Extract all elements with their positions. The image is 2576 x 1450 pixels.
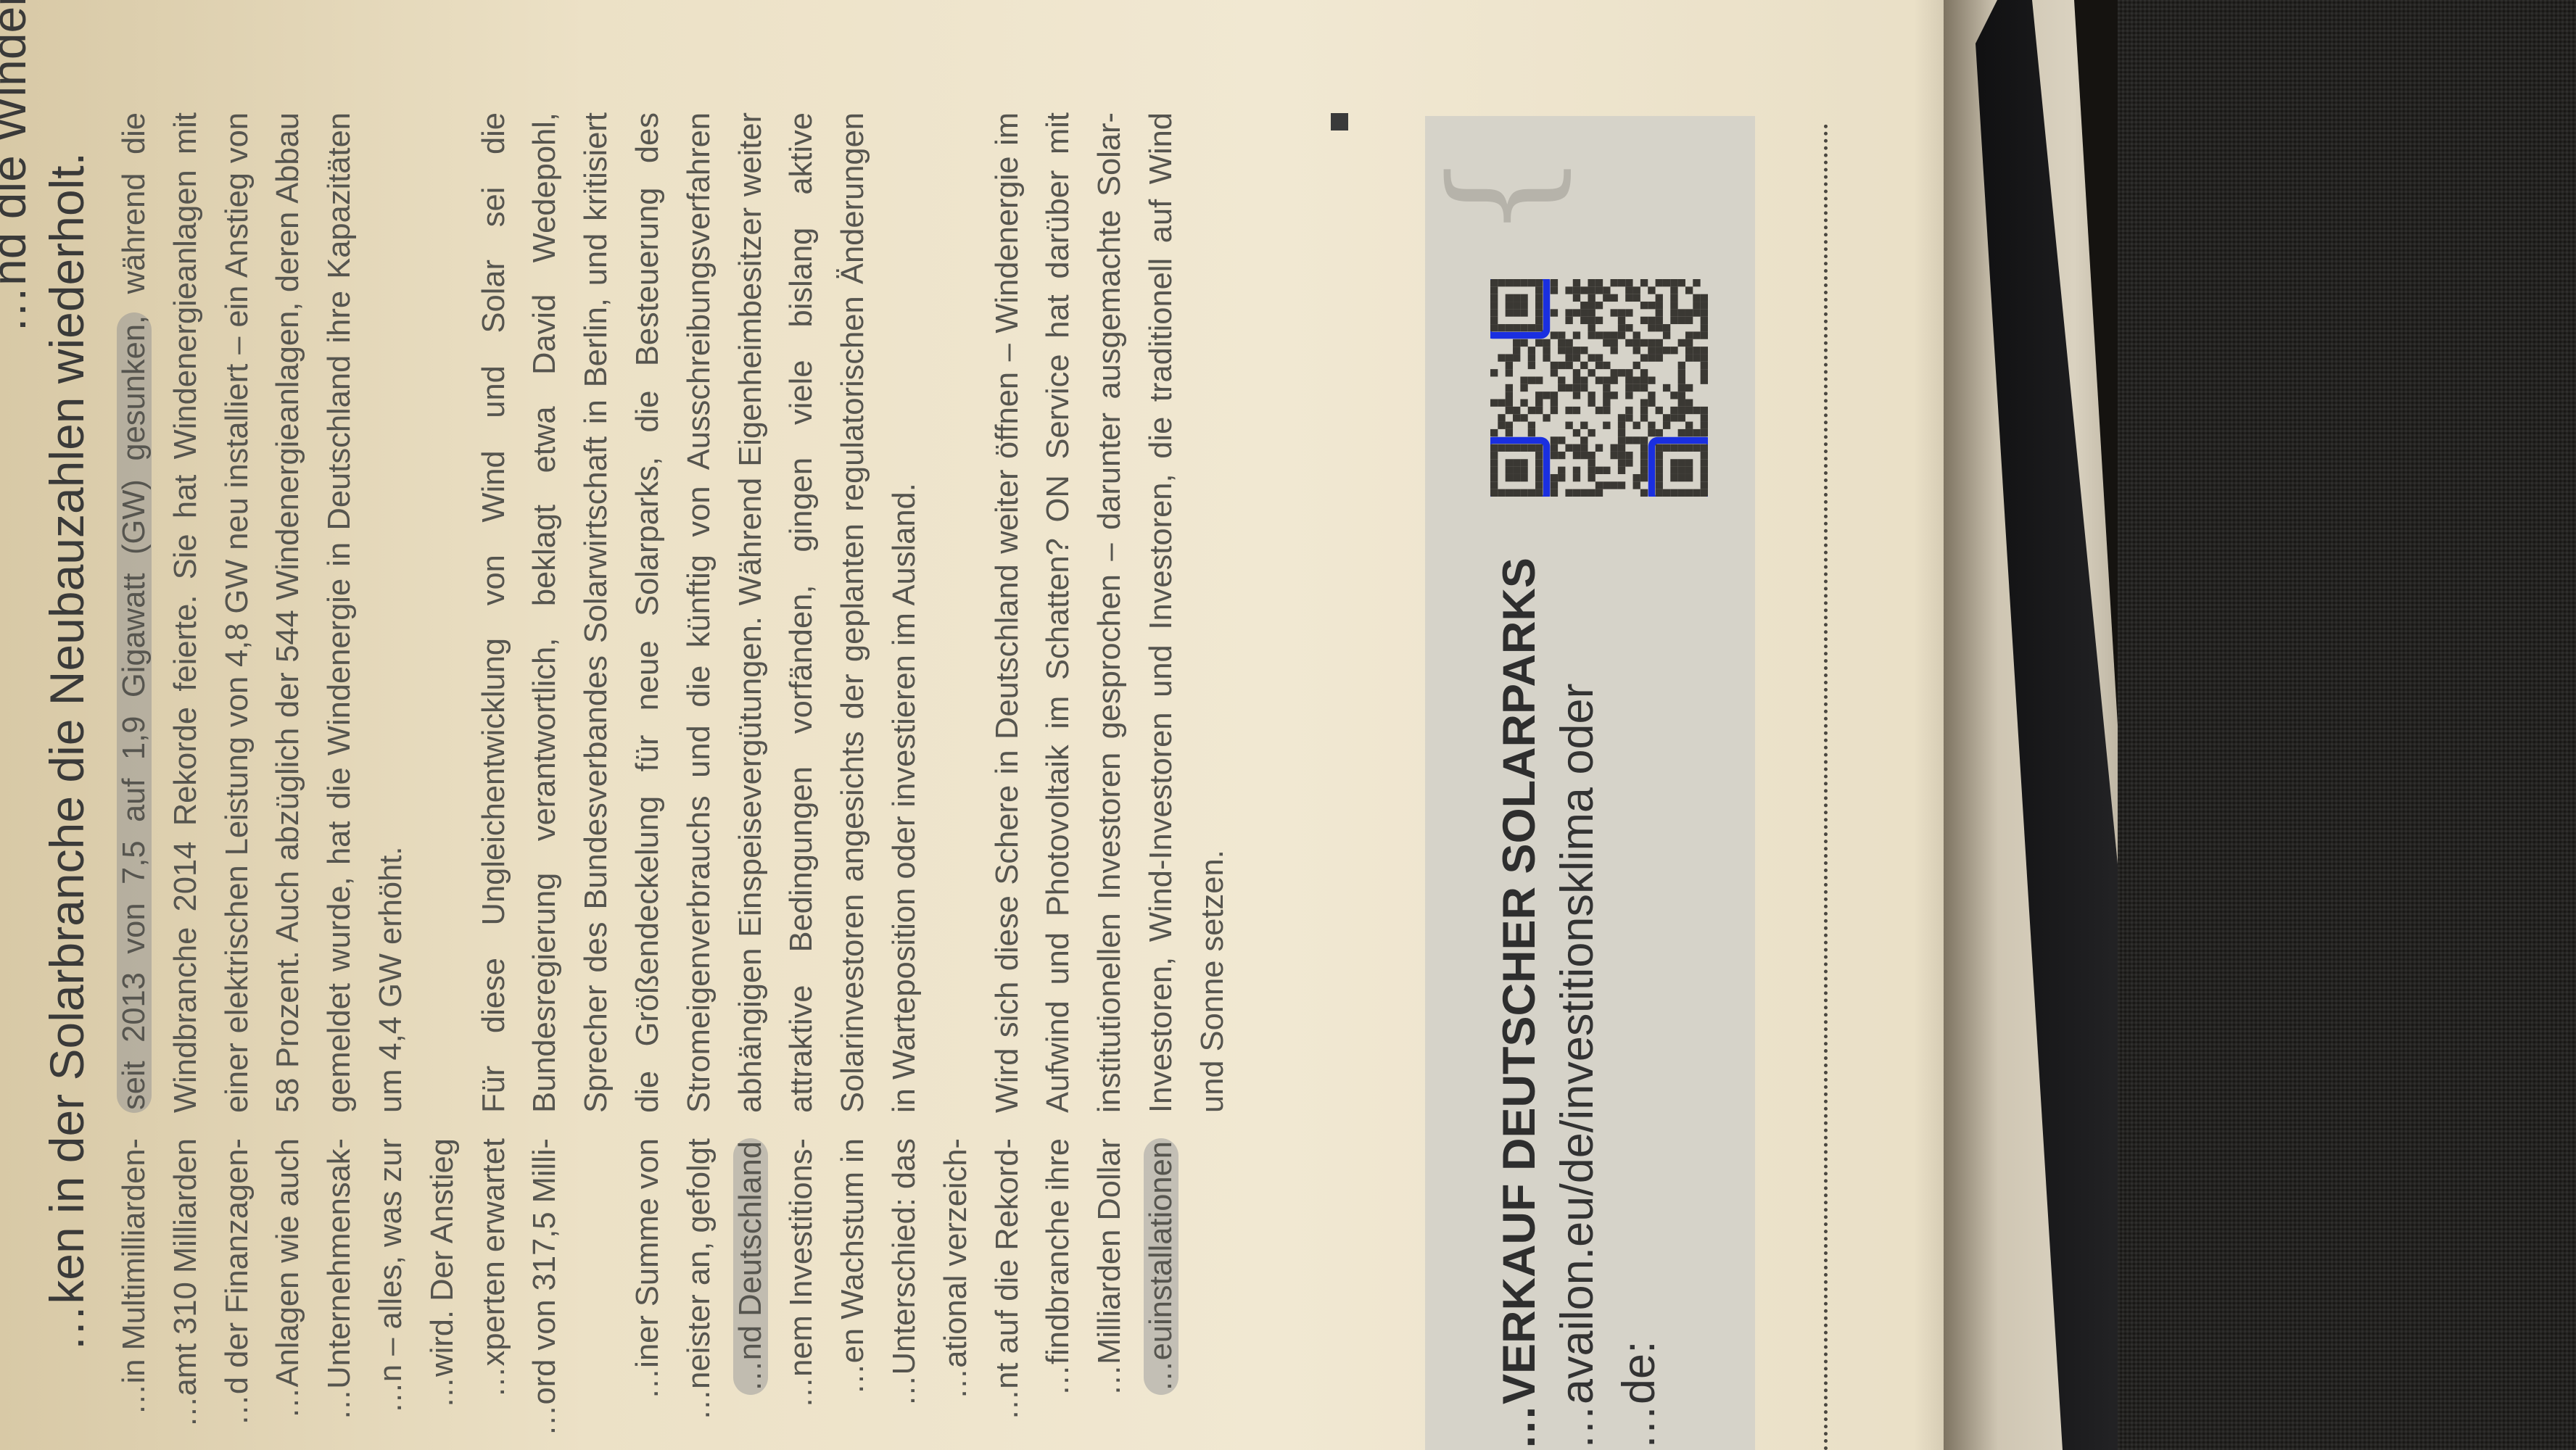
left-line: …nd Deutschland	[725, 1138, 777, 1450]
qr-code-graphic	[1483, 272, 1715, 504]
brace-icon: {	[1421, 152, 1581, 240]
left-line: …d der Finanzagen-	[219, 1138, 255, 1426]
info-box-link[interactable]: …availon.eu/de/investitionsklima oder	[1552, 594, 1603, 1450]
left-line: …findbranche ihre	[1041, 1138, 1076, 1396]
left-line: …ational verzeich-	[938, 1138, 973, 1400]
left-line: …amt 310 Milliarden	[168, 1138, 203, 1428]
heading-line-1: …nd die Windenergiebranche in Deutsch-	[0, 0, 38, 334]
left-line: …Anlagen wie auch	[271, 1138, 306, 1419]
left-line: …Unterschied: das	[886, 1138, 922, 1406]
left-highlight: …nd Deutschland	[732, 1138, 768, 1395]
qr-code-icon[interactable]	[1483, 272, 1715, 504]
left-line: …Milliarden Dollar	[1092, 1138, 1128, 1396]
paragraph-1: seit 2013 von 7,5 auf 1,9 Gigawatt (GW) …	[109, 112, 417, 1113]
article-end-mark	[1331, 113, 1348, 130]
left-line: …wird. Der Anstieg	[424, 1138, 460, 1409]
highlighted-text: seit 2013 von 7,5 auf 1,9 Gigawatt (GW) …	[117, 312, 152, 1113]
fabric-surface	[2118, 0, 2576, 1450]
left-line: …n – alles, was zur	[373, 1138, 408, 1414]
paragraph-1-text: während die Windbranche 2014 Rekorde fei…	[117, 112, 408, 1113]
left-line: …in Multimilliarden-	[117, 1138, 152, 1415]
info-box-note: …de:	[1614, 1341, 1664, 1450]
paragraph-3: Wird sich diese Schere in Deutschland we…	[989, 112, 1230, 1113]
left-line: …iner Summe von	[629, 1138, 665, 1400]
left-line: …xperten erwartet	[476, 1138, 511, 1398]
left-line: …neister an, gefolgt	[681, 1138, 717, 1421]
right-column: seit 2013 von 7,5 auf 1,9 Gigawatt (GW) …	[109, 112, 1289, 1113]
left-highlight: …euinstallationen	[1143, 1138, 1178, 1395]
info-box-title: …VERKAUF DEUTSCHER SOLARPARKS	[1494, 558, 1545, 1450]
left-line: …Unternehmensak-	[322, 1138, 358, 1421]
paragraph-2: Für diese Ungleichentwicklung von Wind u…	[476, 112, 922, 1113]
left-line: …euinstallationen	[1136, 1138, 1187, 1450]
left-line: …ord von 317,5 Milli-	[527, 1138, 563, 1436]
left-line: …en Wachstum in	[835, 1138, 871, 1395]
dotted-divider	[1824, 123, 1828, 1450]
left-line: …nt auf die Rekord-	[989, 1138, 1025, 1421]
page-content: …nd die Windenergiebranche in Deutsch- ……	[0, 0, 1958, 1450]
left-line: …nem Investitions-	[784, 1138, 820, 1409]
heading-line-2: …ken in der Solarbranche die Neubauzahle…	[40, 152, 94, 1352]
